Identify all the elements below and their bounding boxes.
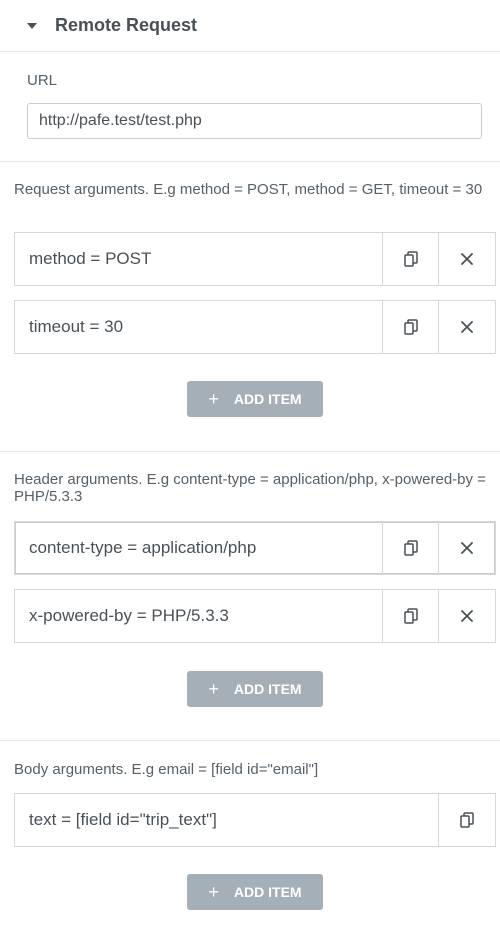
request-arguments-label: Request arguments. E.g method = POST, me…	[14, 181, 483, 198]
remove-button[interactable]	[439, 522, 495, 574]
duplicate-icon	[460, 812, 474, 828]
repeater-item: timeout = 30	[14, 300, 496, 354]
request-arguments-control: Request arguments. E.g method = POST, me…	[0, 162, 500, 452]
duplicate-icon	[403, 319, 418, 335]
header-arguments-label: Header arguments. E.g content-type = app…	[14, 471, 486, 505]
remove-button[interactable]	[439, 233, 495, 285]
plus-icon: +	[208, 679, 219, 699]
duplicate-button[interactable]	[383, 590, 439, 642]
body-arguments-label: Body arguments. E.g email = [field id="e…	[14, 761, 319, 778]
url-input[interactable]	[27, 103, 482, 139]
plus-icon: +	[208, 389, 219, 409]
repeater-item-title[interactable]: method = POST	[15, 233, 383, 285]
duplicate-button[interactable]	[383, 522, 439, 574]
close-icon	[461, 542, 473, 554]
add-item-label: ADD ITEM	[233, 681, 302, 697]
add-item-button[interactable]: + ADD ITEM	[187, 671, 323, 707]
duplicate-button[interactable]	[383, 301, 439, 353]
plus-icon: +	[208, 882, 219, 902]
repeater-item: text = [field id="trip_text"]	[14, 793, 496, 847]
duplicate-button[interactable]	[383, 233, 439, 285]
repeater-item: x-powered-by = PHP/5.3.3	[14, 589, 496, 643]
duplicate-button[interactable]	[439, 794, 495, 846]
duplicate-icon	[403, 251, 418, 267]
body-arguments-control: Body arguments. E.g email = [field id="e…	[0, 741, 500, 910]
section-header-remote-request[interactable]: Remote Request	[0, 0, 500, 52]
repeater-item-title[interactable]: text = [field id="trip_text"]	[15, 794, 439, 846]
duplicate-icon	[403, 608, 418, 624]
repeater-item-title[interactable]: content-type = application/php	[15, 522, 383, 574]
caret-down-icon	[27, 23, 37, 29]
url-label: URL	[27, 72, 58, 89]
close-icon	[461, 610, 473, 622]
close-icon	[461, 321, 473, 333]
add-item-button[interactable]: + ADD ITEM	[187, 874, 323, 910]
repeater-item-title[interactable]: x-powered-by = PHP/5.3.3	[15, 590, 383, 642]
repeater-item: method = POST	[14, 232, 496, 286]
close-icon	[461, 253, 473, 265]
add-item-label: ADD ITEM	[233, 391, 302, 407]
add-item-label: ADD ITEM	[233, 884, 302, 900]
repeater-item: content-type = application/php	[14, 521, 496, 575]
url-control: URL	[0, 52, 500, 162]
add-item-button[interactable]: + ADD ITEM	[187, 381, 323, 417]
remove-button[interactable]	[439, 301, 495, 353]
remove-button[interactable]	[439, 590, 495, 642]
remote-request-panel: Remote Request URL Request arguments. E.…	[0, 0, 500, 940]
section-title: Remote Request	[55, 15, 198, 35]
repeater-item-title[interactable]: timeout = 30	[15, 301, 383, 353]
duplicate-icon	[403, 540, 418, 556]
header-arguments-control: Header arguments. E.g content-type = app…	[0, 452, 500, 741]
